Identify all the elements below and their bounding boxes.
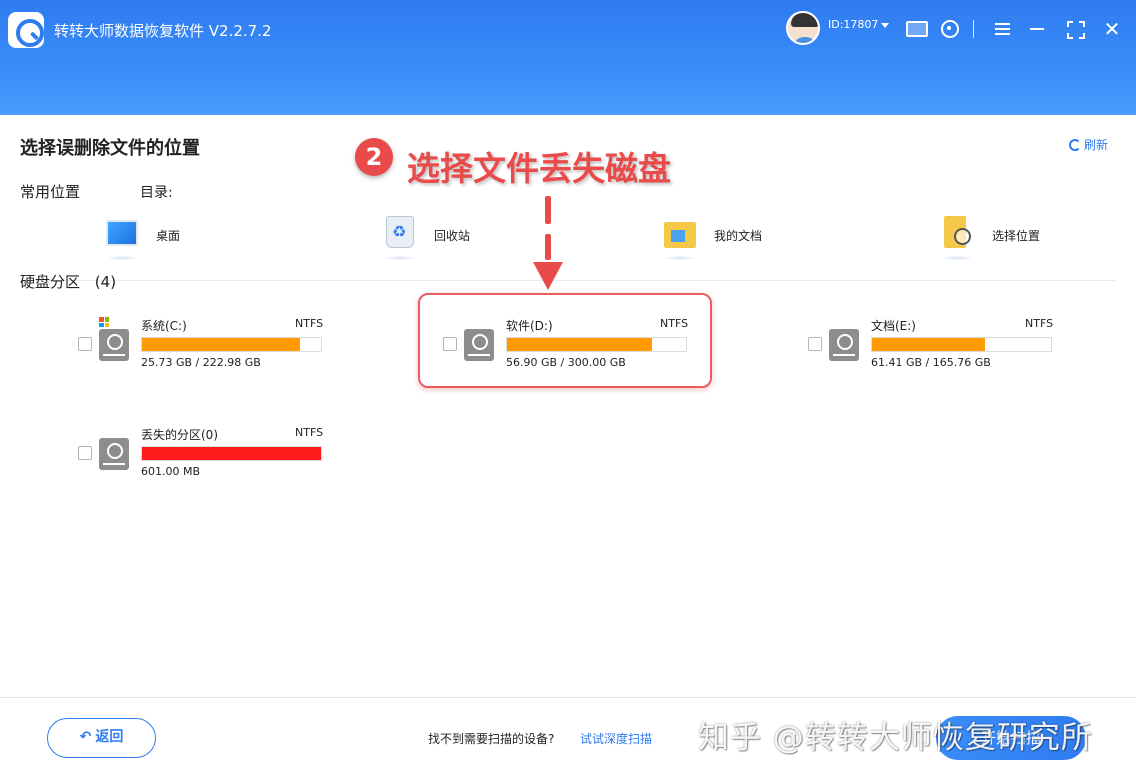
drive-checkbox[interactable] [78,337,92,351]
step-badge: 2 [355,138,393,176]
common-locations-label: 常用位置 [20,183,81,201]
minimize-icon[interactable] [1027,18,1049,40]
close-icon[interactable]: ✕ [1101,18,1123,40]
drive-size: 25.73 GB / 222.98 GB [141,356,261,369]
hard-drive-icon [99,329,129,361]
user-avatar[interactable] [786,11,820,45]
chevron-down-icon[interactable] [881,23,889,28]
drive-filesystem: NTFS [295,317,324,330]
location-label: 我的文档 [714,229,763,243]
location-label: 选择位置 [992,229,1041,243]
refresh-button[interactable]: 刷新 [1069,136,1108,153]
drive-lost-partition[interactable]: 丢失的分区(0) NTFS 601.00 MB [78,426,323,496]
documents-folder-icon [664,222,696,248]
monitor-icon[interactable] [905,18,928,40]
drive-usage-fill [872,338,985,351]
arrow-down-icon [533,262,563,290]
choose-location-icon [944,216,971,248]
return-icon: ↶ [79,729,92,745]
app-logo-icon [8,12,44,48]
disk-section-label: 硬盘分区 (4) [20,271,116,292]
directory-label: 目录: [140,185,173,201]
maximize-icon[interactable] [1064,18,1086,40]
hard-drive-icon [829,329,859,361]
disk-section-title: 硬盘分区 [20,273,81,291]
drive-checkbox[interactable] [78,446,92,460]
drive-checkbox[interactable] [808,337,822,351]
watermark: 知乎 @转转大师恢复研究所 [698,720,1093,756]
drive-name: 丢失的分区(0) [141,428,218,442]
arrow-dash [545,234,551,260]
section-divider [20,280,1116,281]
menu-icon[interactable] [993,18,1015,40]
drive-usage-fill [142,338,301,351]
deep-scan-link[interactable]: 试试深度扫描 [580,730,652,747]
arrow-dash [545,196,551,224]
header-divider [973,20,974,38]
drive-name: 文档(E:) [871,319,916,333]
drive-size: 61.41 GB / 165.76 GB [871,356,991,369]
drive-usage-bar [141,337,322,352]
icon-shadow [106,256,138,260]
windows-icon-tile [104,322,109,327]
step-annotation-text: 选择文件丢失磁盘 [407,149,671,188]
windows-icon [99,317,109,327]
hard-drive-icon [99,438,129,470]
recycle-bin-icon [386,216,414,248]
drive-filesystem: NTFS [295,426,324,439]
drive-name: 系统(C:) [141,319,187,333]
refresh-label: 刷新 [1084,138,1109,152]
drive-usage-bar [141,446,322,461]
refresh-icon [1069,139,1081,151]
drive-size: 601.00 MB [141,465,201,478]
title-bar: 转转大师数据恢复软件 V2.2.7.2 ID:17807 ✕ [0,0,1136,115]
app-title: 转转大师数据恢复软件 V2.2.7.2 [54,22,272,40]
location-label: 回收站 [434,229,471,243]
footer-divider [0,697,1136,698]
support-icon[interactable] [939,18,961,40]
drive-usage-bar [871,337,1052,352]
icon-shadow [664,256,696,260]
disk-count: (4) [94,273,117,291]
windows-icon-tile [104,317,109,322]
location-label: 桌面 [156,229,181,243]
device-not-found-text: 找不到需要扫描的设备? [428,732,555,746]
page-title: 选择误删除文件的位置 [20,138,200,159]
drive-e[interactable]: 文档(E:) NTFS 61.41 GB / 165.76 GB [808,317,1053,387]
windows-icon-tile [99,322,104,327]
back-button[interactable]: ↶ 返回 [47,718,156,758]
highlight-box [418,293,712,388]
drive-c[interactable]: 系统(C:) NTFS 25.73 GB / 222.98 GB [78,317,323,387]
icon-shadow [942,256,974,260]
icon-shadow [384,256,416,260]
windows-icon-tile [99,317,104,322]
user-id[interactable]: ID:17807 [828,18,878,31]
back-label: 返回 [95,729,124,745]
drive-filesystem: NTFS [1025,317,1054,330]
desktop-icon [106,220,138,246]
drive-usage-fill [142,447,321,460]
